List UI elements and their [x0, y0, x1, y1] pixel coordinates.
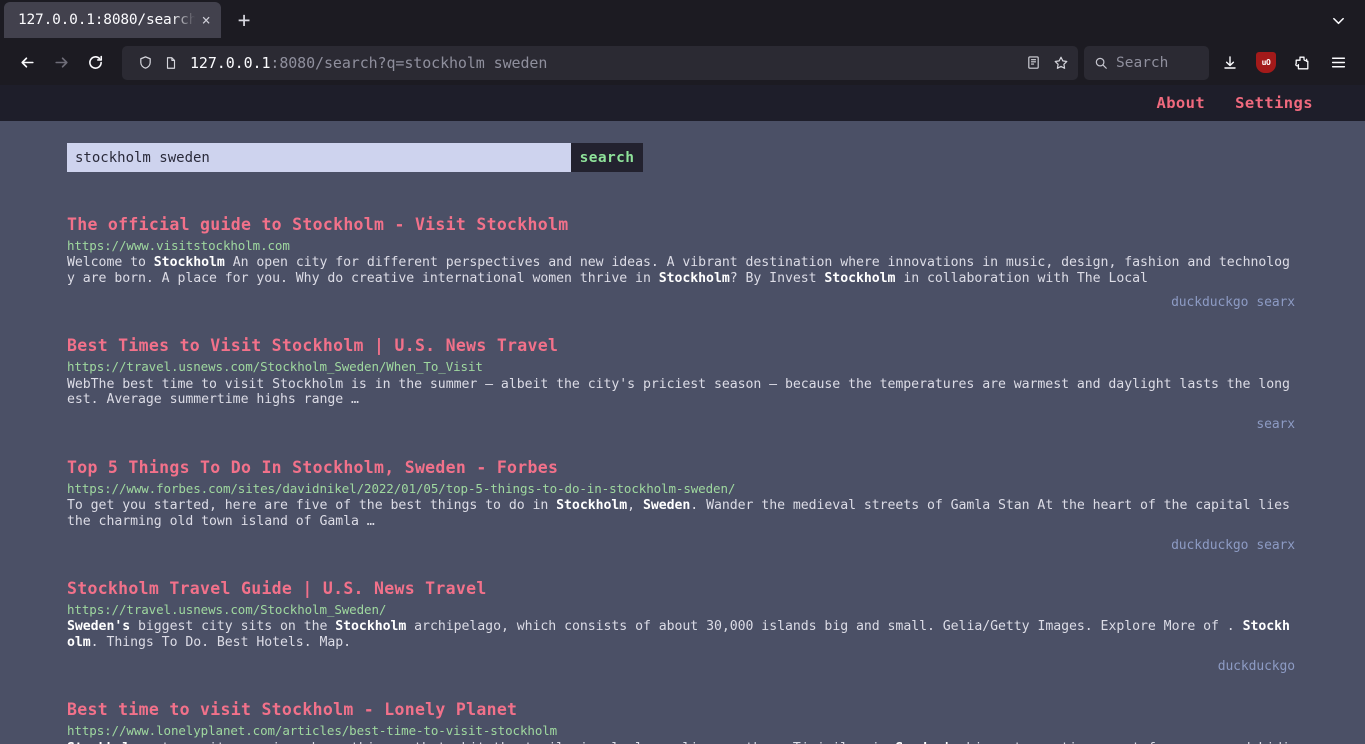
- result-title-link[interactable]: Best time to visit Stockholm - Lonely Pl…: [67, 700, 1295, 720]
- result-title-link[interactable]: Stockholm Travel Guide | U.S. News Trave…: [67, 579, 1295, 599]
- result-url[interactable]: https://www.lonelyplanet.com/articles/be…: [67, 723, 1295, 738]
- app-menu-icon[interactable]: [1321, 46, 1355, 80]
- reader-view-icon[interactable]: [1020, 50, 1046, 76]
- search-results-list: The official guide to Stockholm - Visit …: [0, 215, 1365, 744]
- result-engines: duckduckgo searx: [67, 538, 1295, 553]
- search-submit-button[interactable]: search: [571, 143, 643, 172]
- search-result-item: The official guide to Stockholm - Visit …: [67, 215, 1295, 310]
- page-body: search The official guide to Stockholm -…: [0, 121, 1365, 744]
- result-url[interactable]: https://travel.usnews.com/Stockholm_Swed…: [67, 602, 1295, 617]
- browser-search-box[interactable]: Search: [1084, 45, 1209, 80]
- reload-button[interactable]: [78, 46, 112, 80]
- result-title-link[interactable]: Best Times to Visit Stockholm | U.S. New…: [67, 336, 1295, 356]
- result-engines: duckduckgo searx: [67, 295, 1295, 310]
- site-header: About Settings: [0, 85, 1365, 121]
- result-engines: searx: [67, 417, 1295, 432]
- search-result-item: Best Times to Visit Stockholm | U.S. New…: [67, 336, 1295, 432]
- header-link-about[interactable]: About: [1156, 94, 1205, 112]
- result-description: To get you started, here are five of the…: [67, 498, 1290, 529]
- engine-tag[interactable]: duckduckgo: [1171, 295, 1248, 310]
- url-host: 127.0.0.1: [190, 53, 271, 72]
- close-icon[interactable]: ×: [197, 12, 215, 28]
- url-text: 127.0.0.1:8080/search?q=stockholm sweden: [184, 54, 1020, 72]
- urlbar-actions: [1020, 50, 1076, 76]
- header-link-settings[interactable]: Settings: [1235, 94, 1313, 112]
- tab-title: 127.0.0.1:8080/search: [18, 12, 198, 28]
- shield-icon[interactable]: [132, 50, 158, 76]
- search-result-item: Top 5 Things To Do In Stockholm, Sweden …: [67, 458, 1295, 553]
- result-description: WebThe best time to visit Stockholm is i…: [67, 376, 1290, 408]
- forward-button[interactable]: [44, 46, 78, 80]
- downloads-icon[interactable]: [1213, 46, 1247, 80]
- tab-strip: 127.0.0.1:8080/search × +: [0, 0, 1365, 40]
- new-tab-button[interactable]: +: [227, 3, 261, 37]
- search-form: search: [67, 143, 643, 172]
- engine-tag[interactable]: duckduckgo: [1171, 538, 1248, 553]
- search-icon: [1095, 57, 1107, 69]
- engine-tag[interactable]: duckduckgo: [1218, 659, 1295, 674]
- engine-tag[interactable]: searx: [1256, 417, 1295, 432]
- result-description: Welcome to Stockholm An open city for di…: [67, 255, 1290, 286]
- toolbar-right-actions: uO: [1213, 46, 1355, 80]
- result-title-link[interactable]: Top 5 Things To Do In Stockholm, Sweden …: [67, 458, 1295, 478]
- search-result-item: Best time to visit Stockholm - Lonely Pl…: [67, 700, 1295, 744]
- engine-tag[interactable]: searx: [1256, 538, 1295, 553]
- page-info-icon[interactable]: [158, 50, 184, 76]
- search-result-item: Stockholm Travel Guide | U.S. News Trave…: [67, 579, 1295, 674]
- url-bar[interactable]: 127.0.0.1:8080/search?q=stockholm sweden: [122, 45, 1078, 80]
- result-url[interactable]: https://www.forbes.com/sites/davidnikel/…: [67, 481, 1295, 496]
- navigation-toolbar: 127.0.0.1:8080/search?q=stockholm sweden…: [0, 40, 1365, 85]
- extensions-icon[interactable]: [1285, 46, 1319, 80]
- result-description: Sweden's biggest city sits on the Stockh…: [67, 619, 1290, 650]
- ublock-origin-icon[interactable]: uO: [1249, 46, 1283, 80]
- chevron-down-icon[interactable]: [1319, 3, 1357, 37]
- engine-tag[interactable]: searx: [1256, 295, 1295, 310]
- search-input[interactable]: [67, 143, 571, 172]
- back-button[interactable]: [10, 46, 44, 80]
- result-url[interactable]: https://www.visitstockholm.com: [67, 238, 1295, 253]
- result-engines: duckduckgo: [67, 659, 1295, 674]
- result-url[interactable]: https://travel.usnews.com/Stockholm_Swed…: [67, 359, 1295, 374]
- result-title-link[interactable]: The official guide to Stockholm - Visit …: [67, 215, 1295, 235]
- browser-search-placeholder: Search: [1116, 54, 1169, 71]
- browser-chrome: 127.0.0.1:8080/search × + 127.0.0.1:8080…: [0, 0, 1365, 85]
- ublock-badge: uO: [1256, 52, 1276, 73]
- url-path: :8080/search?q=stockholm sweden: [270, 53, 548, 72]
- browser-tab[interactable]: 127.0.0.1:8080/search ×: [4, 2, 222, 38]
- bookmark-star-icon[interactable]: [1048, 50, 1074, 76]
